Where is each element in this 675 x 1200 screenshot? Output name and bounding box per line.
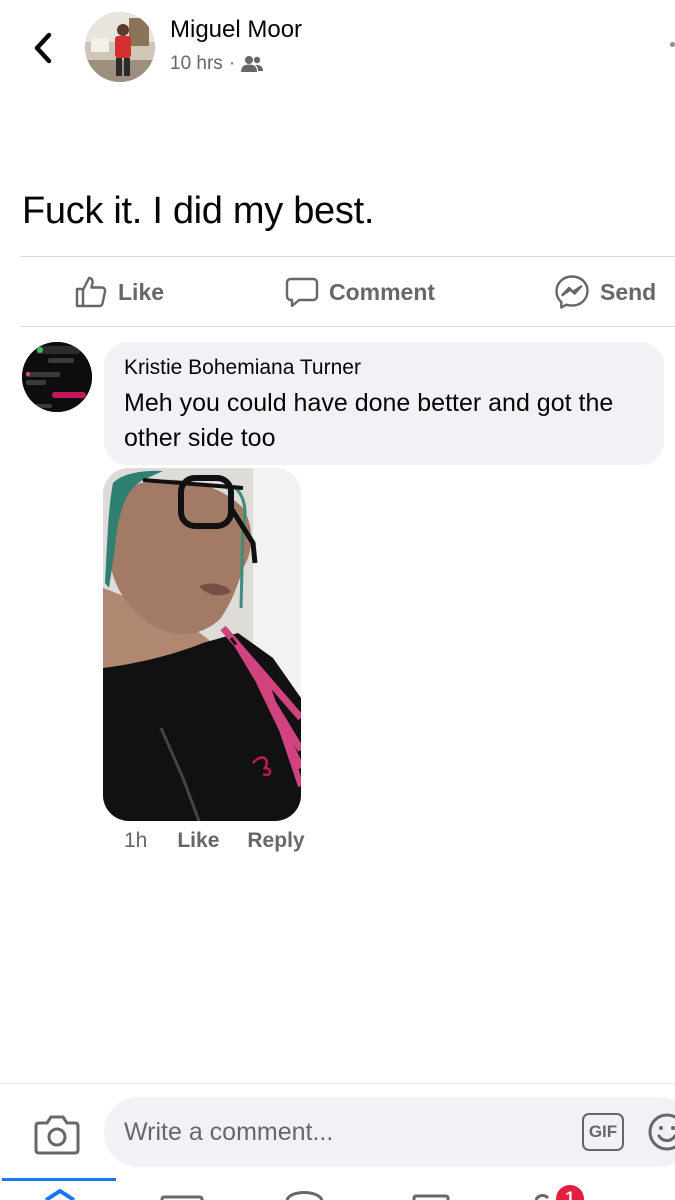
comment-button[interactable]: Comment <box>285 258 435 326</box>
send-label: Send <box>600 278 657 305</box>
post-timestamp[interactable]: 10 hrs <box>170 53 223 75</box>
marketplace-icon <box>412 1194 450 1200</box>
post-text: Fuck it. I did my best. <box>22 190 375 232</box>
post-header: Miguel Moor 10 hrs · <box>0 0 675 110</box>
like-button[interactable]: Like <box>74 258 164 326</box>
author-avatar[interactable] <box>85 12 155 82</box>
notifications-icon <box>534 1194 550 1200</box>
notification-count: 1 <box>565 1188 575 1200</box>
home-icon <box>44 1188 76 1200</box>
comment-timestamp: 1h <box>124 829 148 852</box>
divider <box>20 256 675 257</box>
messenger-icon <box>555 275 589 309</box>
commenter-avatar[interactable] <box>22 342 92 412</box>
divider <box>20 326 675 327</box>
comment-text: Meh you could have done better and got t… <box>124 389 614 452</box>
friends-icon <box>241 56 264 72</box>
gif-label: GIF <box>588 1122 618 1141</box>
commenter-name[interactable]: Kristie Bohemiana Turner <box>124 356 644 380</box>
comment-bubble-icon <box>285 277 319 308</box>
comment-bubble[interactable]: Kristie Bohemiana Turner Meh you could h… <box>104 342 664 465</box>
post-actions: Like Comment Send <box>0 258 675 326</box>
more-options-icon[interactable] <box>670 42 675 47</box>
meta-separator: · <box>228 53 236 74</box>
comment-footer: 1h Like Reply <box>124 826 333 856</box>
post-author-name[interactable]: Miguel Moor <box>170 16 302 44</box>
comment-label: Comment <box>329 278 436 305</box>
comment-reply-button[interactable]: Reply <box>247 829 304 853</box>
emoji-icon[interactable] <box>645 1111 675 1153</box>
bottom-tab-bar: 1 <box>0 1178 675 1200</box>
groups-icon <box>285 1191 324 1200</box>
camera-icon[interactable] <box>34 1111 80 1157</box>
thumbs-up-icon <box>75 276 107 308</box>
post-meta: 10 hrs · <box>170 53 264 75</box>
comment-photo[interactable] <box>103 468 301 821</box>
send-button[interactable]: Send <box>554 258 656 326</box>
back-chevron-icon[interactable] <box>28 28 58 68</box>
gif-button[interactable]: GIF <box>582 1113 624 1151</box>
like-label: Like <box>118 278 165 305</box>
comment-like-button[interactable]: Like <box>177 829 219 853</box>
